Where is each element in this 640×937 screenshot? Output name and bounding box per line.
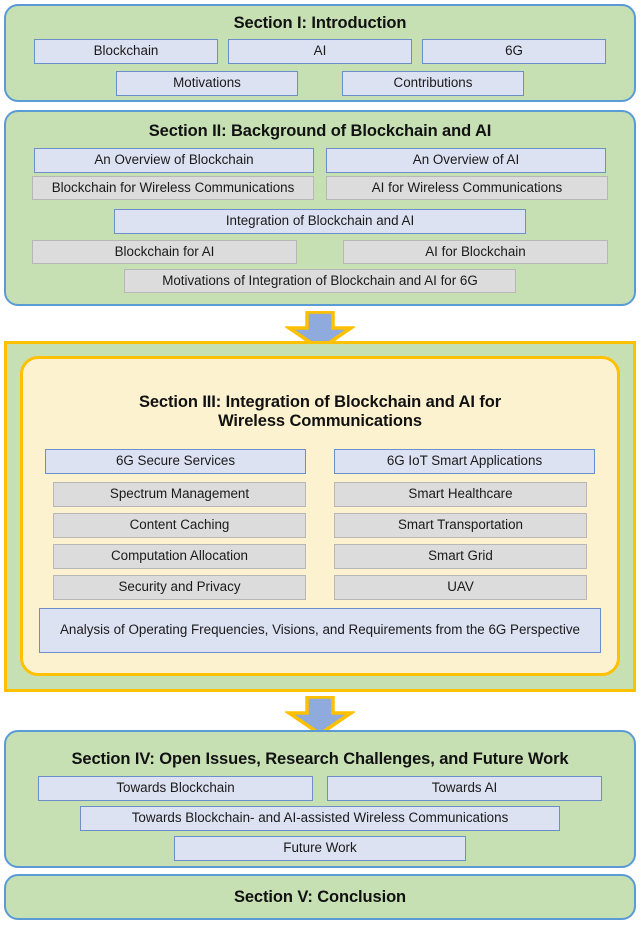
- node-label: Content Caching: [129, 517, 230, 533]
- section-3-highlight-panel: Section III: Integration of Blockchain a…: [20, 356, 620, 676]
- node-future-work[interactable]: Future Work: [174, 835, 466, 861]
- node-label: Towards Blockchain- and AI-assisted Wire…: [131, 810, 509, 826]
- node-label: Towards AI: [431, 780, 498, 796]
- section-3-right-column: Smart Healthcare Smart Transportation Sm…: [334, 481, 587, 600]
- node-analysis-of-operating-frequencies[interactable]: Analysis of Operating Frequencies, Visio…: [39, 607, 601, 653]
- section-2-row-4: Blockchain for AI AI for Blockchain: [6, 239, 634, 264]
- section-3-container: Section III: Integration of Blockchain a…: [4, 341, 636, 692]
- node-label: Blockchain for Wireless Communications: [51, 179, 295, 195]
- section-2-row-1: An Overview of Blockchain An Overview of…: [6, 147, 634, 173]
- section-3-title-line-2: Wireless Communications: [218, 411, 422, 430]
- node-towards-ai[interactable]: Towards AI: [327, 775, 602, 801]
- node-uav[interactable]: UAV: [334, 574, 587, 600]
- node-motivations-of-integration[interactable]: Motivations of Integration of Blockchain…: [124, 268, 516, 293]
- section-3-column-headers: 6G Secure Services 6G IoT Smart Applicat…: [23, 448, 617, 474]
- section-4-row-3: Future Work: [6, 835, 634, 861]
- section-5-title: Section V: Conclusion: [233, 887, 407, 906]
- section-3-title-line-1: Section III: Integration of Blockchain a…: [138, 393, 502, 411]
- section-3-footer-row: Analysis of Operating Frequencies, Visio…: [23, 607, 617, 653]
- node-label: Integration of Blockchain and AI: [225, 213, 415, 229]
- node-ai-for-blockchain[interactable]: AI for Blockchain: [343, 239, 608, 264]
- section-4-row-1: Towards Blockchain Towards AI: [6, 775, 634, 801]
- node-smart-grid[interactable]: Smart Grid: [334, 543, 587, 569]
- node-towards-blockchain[interactable]: Towards Blockchain: [38, 775, 313, 801]
- node-blockchain-for-ai[interactable]: Blockchain for AI: [32, 239, 297, 264]
- node-label: Blockchain: [93, 43, 159, 59]
- node-label: Smart Transportation: [397, 517, 524, 533]
- node-smart-transportation[interactable]: Smart Transportation: [334, 512, 587, 538]
- node-label: An Overview of Blockchain: [94, 152, 254, 168]
- node-label: 6G Secure Services: [115, 453, 236, 469]
- node-spectrum-management[interactable]: Spectrum Management: [53, 481, 306, 507]
- section-3-left-column: Spectrum Management Content Caching Comp…: [53, 481, 306, 600]
- paper-organization-flowchart: Section I: Introduction Blockchain AI 6G…: [0, 0, 640, 937]
- node-label: AI for Wireless Communications: [371, 179, 563, 195]
- node-blockchain[interactable]: Blockchain: [34, 38, 218, 64]
- section-1-container: Section I: Introduction Blockchain AI 6G…: [4, 4, 636, 102]
- section-2-row-5: Motivations of Integration of Blockchain…: [6, 268, 634, 293]
- node-label: Security and Privacy: [118, 579, 241, 595]
- node-label: Spectrum Management: [109, 486, 250, 502]
- section-4-title: Section IV: Open Issues, Research Challe…: [71, 750, 569, 768]
- node-label: Future Work: [283, 840, 357, 856]
- section-1-title: Section I: Introduction: [233, 14, 407, 32]
- node-overview-of-ai[interactable]: An Overview of AI: [326, 147, 606, 173]
- node-6g-secure-services[interactable]: 6G Secure Services: [45, 448, 306, 474]
- node-label: Motivations: [173, 75, 241, 91]
- section-4-row-2: Towards Blockchain- and AI-assisted Wire…: [6, 805, 634, 831]
- node-label: Contributions: [393, 75, 473, 91]
- section-4-container: Section IV: Open Issues, Research Challe…: [4, 730, 636, 868]
- node-6g[interactable]: 6G: [422, 38, 606, 64]
- section-1-row-2: Motivations Contributions: [6, 70, 634, 96]
- node-ai-for-wireless-communications[interactable]: AI for Wireless Communications: [326, 175, 608, 200]
- node-blockchain-for-wireless-communications[interactable]: Blockchain for Wireless Communications: [32, 175, 314, 200]
- node-label: Blockchain for AI: [114, 243, 215, 259]
- node-label: UAV: [447, 579, 474, 595]
- node-content-caching[interactable]: Content Caching: [53, 512, 306, 538]
- section-2-row-2: Blockchain for Wireless Communications A…: [6, 175, 634, 200]
- section-3-columns: Spectrum Management Content Caching Comp…: [23, 481, 617, 600]
- node-label: Smart Grid: [428, 548, 493, 564]
- section-2-title: Section II: Background of Blockchain and…: [148, 122, 492, 140]
- node-label: Analysis of Operating Frequencies, Visio…: [59, 622, 580, 638]
- node-label: Motivations of Integration of Blockchain…: [162, 272, 478, 288]
- node-motivations[interactable]: Motivations: [116, 70, 298, 96]
- section-1-row-1: Blockchain AI 6G: [6, 38, 634, 64]
- section-5-container: Section V: Conclusion: [4, 874, 636, 920]
- section-2-row-3: Integration of Blockchain and AI: [6, 208, 634, 234]
- node-label: AI for Blockchain: [425, 243, 526, 259]
- node-overview-of-blockchain[interactable]: An Overview of Blockchain: [34, 147, 314, 173]
- node-label: An Overview of AI: [412, 152, 520, 168]
- node-integration-of-blockchain-and-ai[interactable]: Integration of Blockchain and AI: [114, 208, 526, 234]
- node-label: 6G: [505, 43, 523, 59]
- section-2-container: Section II: Background of Blockchain and…: [4, 110, 636, 306]
- node-ai[interactable]: AI: [228, 38, 412, 64]
- node-label: Towards Blockchain: [116, 780, 235, 796]
- node-computation-allocation[interactable]: Computation Allocation: [53, 543, 306, 569]
- node-contributions[interactable]: Contributions: [342, 70, 524, 96]
- node-towards-blockchain-and-ai-assisted-wireless-communications[interactable]: Towards Blockchain- and AI-assisted Wire…: [80, 805, 560, 831]
- section-3-title: Section III: Integration of Blockchain a…: [23, 393, 617, 431]
- node-label: Smart Healthcare: [408, 486, 513, 502]
- node-label: AI: [313, 43, 327, 59]
- node-smart-healthcare[interactable]: Smart Healthcare: [334, 481, 587, 507]
- node-label: 6G IoT Smart Applications: [386, 453, 543, 469]
- node-6g-iot-smart-applications[interactable]: 6G IoT Smart Applications: [334, 448, 595, 474]
- node-label: Computation Allocation: [111, 548, 248, 564]
- node-security-and-privacy[interactable]: Security and Privacy: [53, 574, 306, 600]
